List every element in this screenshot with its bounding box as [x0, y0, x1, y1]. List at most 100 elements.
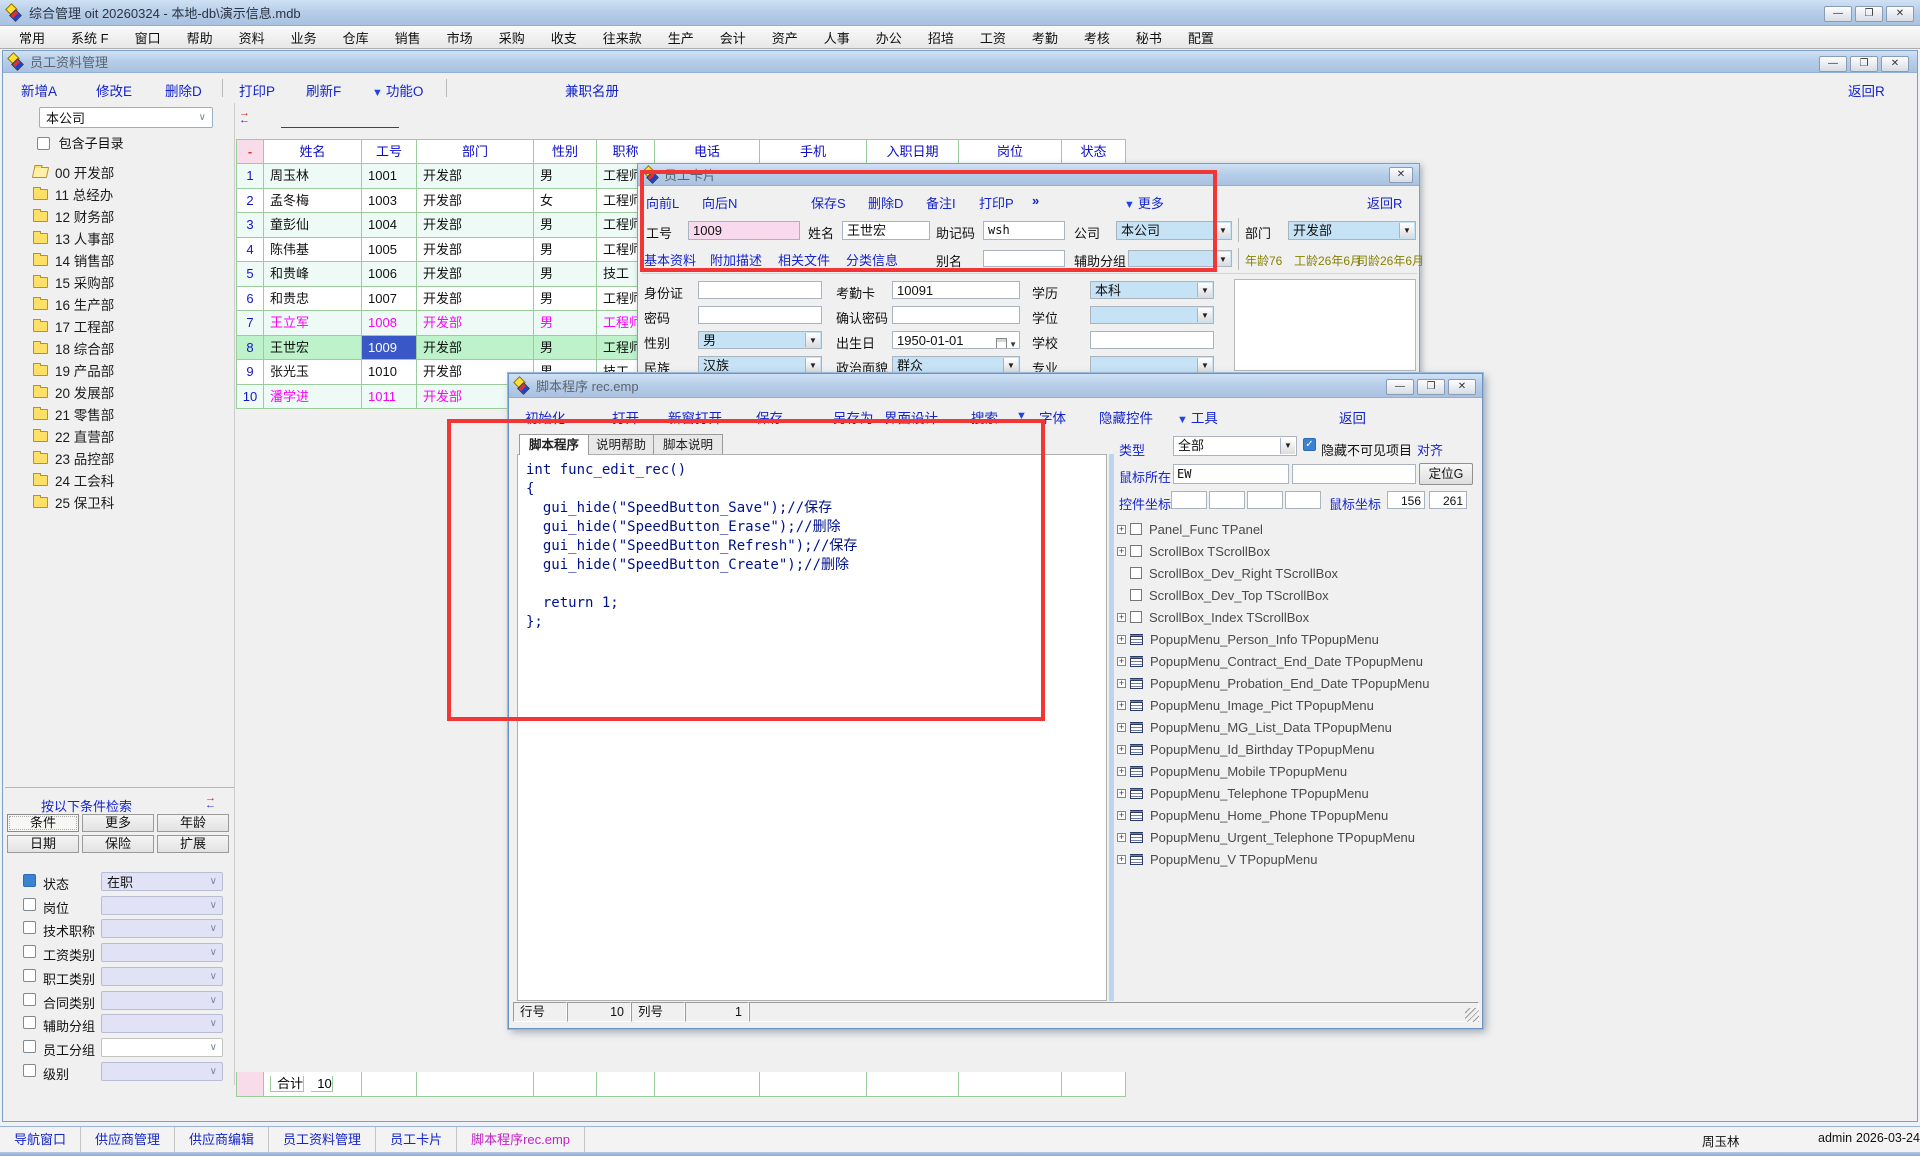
minimize-icon[interactable]: — [1824, 6, 1852, 22]
menu-item[interactable]: 销售 [382, 28, 434, 47]
education-combo[interactable]: 本科▼ [1090, 281, 1214, 299]
department-tree-item[interactable]: 20 发展部 [19, 381, 229, 403]
chevron-down-icon[interactable]: ▼ [1197, 308, 1212, 322]
expand-icon[interactable]: + [1117, 613, 1126, 622]
filter-dropdown[interactable]: 在职∨ [101, 872, 223, 891]
department-tree-item[interactable]: 19 产品部 [19, 359, 229, 381]
column-header[interactable]: 状态 [1062, 139, 1126, 164]
calendar-icon[interactable]: ▼ [996, 334, 1017, 349]
filter-checkbox-icon[interactable] [23, 1016, 36, 1029]
close-icon[interactable]: ✕ [1448, 379, 1476, 395]
filter-checkbox-icon[interactable] [23, 1040, 36, 1053]
chevron-down-icon[interactable]: ▼ [1280, 438, 1295, 454]
tab-help[interactable]: 说明帮助 [586, 434, 656, 455]
control-tree-item[interactable]: + PopupMenu_Id_Birthday TPopupMenu [1115, 738, 1480, 760]
control-tree-item[interactable]: + ScrollBox TScrollBox [1115, 540, 1480, 562]
save-button[interactable]: 保存S [811, 193, 846, 212]
mnemonic-field[interactable]: wsh [983, 221, 1065, 240]
company-combo[interactable]: 本公司 ∨ [39, 107, 213, 128]
ethnicity-combo[interactable]: 汉族▼ [698, 356, 822, 374]
hide-controls-button[interactable]: 隐藏控件 [1099, 407, 1153, 427]
menu-item[interactable]: 业务 [278, 28, 330, 47]
birthdate-field[interactable]: 1950-01-01▼ [892, 331, 1020, 349]
chevron-down-icon[interactable]: ▼ [1197, 358, 1212, 372]
expand-icon[interactable]: + [1117, 745, 1126, 754]
restore-icon[interactable]: ❐ [1850, 56, 1878, 72]
company-combo[interactable]: 本公司▼ [1116, 221, 1232, 240]
back-button[interactable]: 返回R [1848, 80, 1885, 100]
empno-field[interactable]: 1009 [688, 221, 800, 240]
chevron-down-icon[interactable]: ▼ [805, 358, 820, 372]
tab-script[interactable]: 脚本程序 [519, 434, 589, 455]
search-tab-button[interactable]: 更多 [82, 814, 154, 832]
menu-item[interactable]: 考核 [1071, 28, 1123, 47]
alias-field[interactable] [983, 250, 1065, 267]
department-tree-item[interactable]: 23 品控部 [19, 447, 229, 469]
swap-icon[interactable]: →← [239, 110, 257, 124]
tab-basic-info[interactable]: 基本资料 [644, 250, 696, 269]
filter-checkbox-icon[interactable] [23, 898, 36, 911]
department-tree-item[interactable]: 12 财务部 [19, 205, 229, 227]
expand-icon[interactable]: + [1117, 811, 1126, 820]
photo-box[interactable] [1234, 279, 1416, 371]
menu-item[interactable]: 资料 [226, 28, 278, 47]
control-tree-item[interactable]: + PopupMenu_MG_List_Data TPopupMenu [1115, 716, 1480, 738]
menu-item[interactable]: 收支 [538, 28, 590, 47]
menu-item[interactable]: 办公 [863, 28, 915, 47]
control-coord-x2[interactable] [1247, 491, 1283, 509]
menu-item[interactable]: 往来款 [590, 28, 655, 47]
menu-item[interactable]: 仓库 [330, 28, 382, 47]
close-icon[interactable]: ✕ [1389, 167, 1413, 183]
checkbox-icon[interactable] [1130, 589, 1142, 601]
expand-icon[interactable]: + [1117, 679, 1126, 688]
note-button[interactable]: 备注I [926, 193, 956, 212]
search-tab-button[interactable]: 条件 [7, 814, 79, 832]
menu-item[interactable]: 资产 [759, 28, 811, 47]
filter-dropdown[interactable]: ∨ [101, 943, 223, 962]
column-header[interactable]: - [236, 139, 264, 164]
search-tab-button[interactable]: 扩展 [157, 835, 229, 853]
expand-icon[interactable]: + [1117, 767, 1126, 776]
taskbar-item[interactable]: 供应商管理 [81, 1127, 175, 1152]
next-button[interactable]: 向后N [702, 193, 737, 212]
department-tree-item[interactable]: 15 采购部 [19, 271, 229, 293]
search-tab-button[interactable]: 保险 [82, 835, 154, 853]
control-tree-item[interactable]: + PopupMenu_Mobile TPopupMenu [1115, 760, 1480, 782]
department-tree-item[interactable]: 24 工会科 [19, 469, 229, 491]
more-button[interactable]: ▼更多 [1124, 193, 1164, 212]
mouse-at-field2[interactable] [1292, 464, 1416, 484]
column-header[interactable]: 手机 [760, 139, 867, 164]
tree-splitter[interactable] [234, 103, 235, 1085]
attendance-field[interactable]: 10091 [892, 281, 1020, 299]
hide-invisible-checkbox[interactable]: ✓ [1303, 438, 1316, 451]
control-tree-item[interactable]: + Panel_Func TPanel [1115, 518, 1480, 540]
control-tree-item[interactable]: + PopupMenu_Probation_End_Date TPopupMen… [1115, 672, 1480, 694]
include-subdir-checkbox[interactable]: 包含子目录 [37, 133, 124, 152]
minimize-icon[interactable]: — [1819, 56, 1847, 72]
chevron-down-icon[interactable]: ▼ [1197, 283, 1212, 297]
checkbox-icon[interactable] [1130, 545, 1142, 557]
filter-checkbox-icon[interactable] [23, 969, 36, 982]
resize-grip-icon[interactable] [1465, 1008, 1479, 1022]
chevron-down-icon[interactable]: ▼ [1016, 407, 1030, 422]
mouse-x-field[interactable]: 156 [1387, 491, 1425, 509]
add-button[interactable]: 新增A [21, 80, 57, 100]
search-button[interactable]: 搜索 [971, 407, 998, 427]
swap-icon[interactable]: →← [205, 795, 223, 809]
expand-icon[interactable]: + [1117, 789, 1126, 798]
expand-icon[interactable]: + [1117, 855, 1126, 864]
taskbar-item[interactable]: 员工资料管理 [269, 1127, 376, 1152]
quick-search-input[interactable] [281, 127, 399, 128]
filter-checkbox-icon[interactable] [23, 1064, 36, 1077]
department-tree-item[interactable]: 21 零售部 [19, 403, 229, 425]
checkbox-icon[interactable] [1130, 611, 1142, 623]
sex-combo[interactable]: 男▼ [698, 331, 822, 349]
column-header[interactable]: 姓名 [264, 139, 362, 164]
department-tree-item[interactable]: 16 生产部 [19, 293, 229, 315]
expand-icon[interactable]: + [1117, 525, 1126, 534]
control-coord-x1[interactable] [1171, 491, 1207, 509]
menu-item[interactable]: 系统 F [58, 28, 122, 47]
ui-design-button[interactable]: 界面设计 [884, 407, 938, 427]
prev-button[interactable]: 向前L [646, 193, 679, 212]
tab-category-info[interactable]: 分类信息 [846, 250, 898, 269]
